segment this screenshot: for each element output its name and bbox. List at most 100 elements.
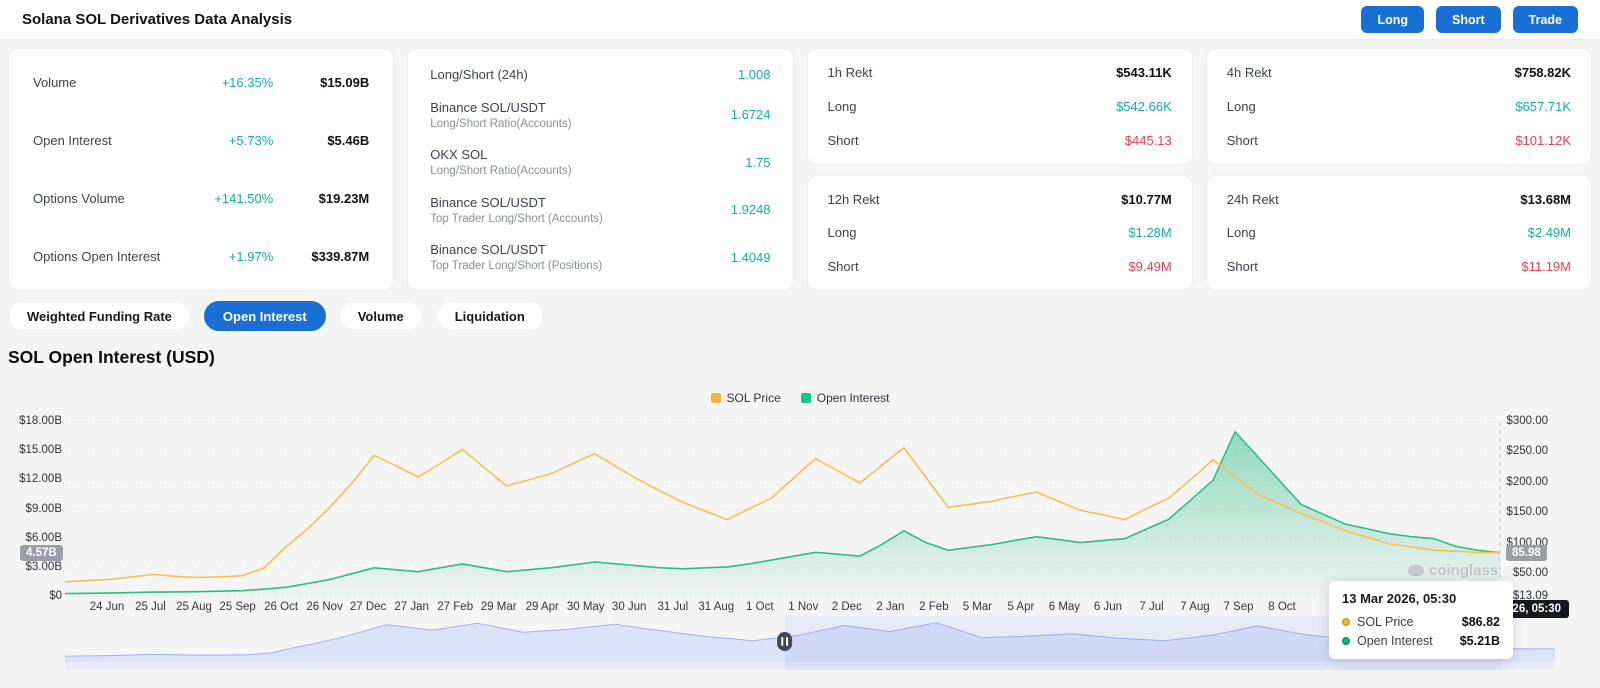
rekt-card: 12h Rekt $10.77M Long $1.28M Short $9.49M — [806, 174, 1193, 291]
rekt-long-row: Long $1.28M — [828, 225, 1172, 240]
overview-card: Volume +16.35% $15.09B Open Interest +5.73% $… — [8, 48, 395, 291]
rekt-total: $543.11K — [1116, 65, 1172, 80]
rekt-card: 24h Rekt $13.68M Long $2.49M Short $11.19M — [1205, 174, 1592, 291]
ratio-sublabel: Long/Short Ratio(Accounts) — [430, 165, 572, 177]
rekt-title: 4h Rekt — [1226, 65, 1272, 80]
long-button[interactable]: Long — [1361, 6, 1424, 33]
trade-button[interactable]: Trade — [1512, 6, 1578, 33]
rekt-short-row: Short $445.13 — [828, 133, 1172, 148]
legend-swatch-icon — [800, 393, 811, 403]
tab-volume[interactable]: Volume — [338, 301, 423, 331]
rekt-long-value: $542.66K — [1116, 98, 1172, 114]
tab-open-interest[interactable]: Open Interest — [203, 301, 326, 331]
tooltip-series-value: $86.82 — [1461, 615, 1500, 629]
series-dot-icon — [1342, 637, 1350, 645]
series-dot-icon — [1342, 618, 1350, 626]
stat-label: Options Volume — [33, 191, 125, 206]
rekt-card: 4h Rekt $758.82K Long $657.71K Short $101.12K — [1205, 48, 1592, 165]
legend-item-open-interest[interactable]: Open Interest — [800, 391, 890, 405]
overview-row: Volume +16.35% $15.09B — [33, 75, 369, 90]
rekt-short-label: Short — [827, 132, 859, 148]
tooltip-row: SOL Price $86.82 — [1342, 615, 1500, 629]
rekt-title: 12h Rekt — [827, 191, 880, 207]
ratio-value: 1.008 — [737, 67, 771, 82]
price-current-badge: 85.98 — [1506, 545, 1547, 561]
page-title: Solana SOL Derivatives Data Analysis — [22, 11, 293, 28]
rekt-short-value: $11.19M — [1521, 259, 1571, 274]
rekt-title-row: 1h Rekt $543.11K — [828, 65, 1172, 80]
ratio-row: Long/Short (24h) 1.008 — [430, 67, 770, 82]
header-actions: Long Short Trade — [1361, 6, 1578, 33]
short-button[interactable]: Short — [1436, 6, 1501, 33]
y-axis-left-tick: $6.00B — [25, 531, 62, 544]
rekt-long-label: Long — [1226, 98, 1256, 114]
ratio-sublabel: Top Trader Long/Short (Accounts) — [430, 212, 603, 225]
ratio-label: OKX SOL Long/Short Ratio(Accounts) — [430, 147, 745, 177]
legend-item-sol-price[interactable]: SOL Price — [710, 391, 781, 405]
rekt-long-value: $1.28M — [1128, 225, 1172, 241]
stat-change: +16.35% — [221, 75, 274, 90]
stat-change: +1.97% — [228, 249, 274, 264]
tab-weighted-funding-rate[interactable]: Weighted Funding Rate — [8, 301, 191, 331]
y-axis-left-tick: $15.00B — [19, 444, 62, 457]
rekt-title: 1h Rekt — [827, 65, 873, 80]
rekt-card: 1h Rekt $543.11K Long $542.66K Short $445.13 — [806, 48, 1193, 165]
tooltip-series-label: SOL Price — [1357, 615, 1414, 629]
legend-label: SOL Price — [726, 391, 781, 405]
overview-row: Options Volume +141.50% $19.23M — [33, 191, 369, 206]
rekt-short-label: Short — [1226, 132, 1258, 148]
rekt-long-label: Long — [827, 98, 857, 114]
chart-tooltip: 13 Mar 2026, 05:30 SOL Price $86.82 Open I… — [1329, 581, 1513, 659]
y-axis-left-tick: $9.00B — [25, 502, 62, 515]
tooltip-row: Open Interest $5.21B — [1342, 634, 1500, 648]
main-chart-svg[interactable] — [0, 412, 1600, 607]
ratio-row: OKX SOL Long/Short Ratio(Accounts) 1.75 — [430, 147, 770, 177]
tooltip-series-value: $5.21B — [1459, 634, 1500, 648]
rekt-short-label: Short — [1226, 259, 1258, 274]
overview-row: Open Interest +5.73% $5.46B — [33, 133, 369, 148]
y-axis-right-tick: $250.00 — [1506, 445, 1548, 458]
watermark-logo-icon — [1408, 565, 1424, 576]
y-axis-right-tick: $200.00 — [1506, 475, 1548, 488]
tab-liquidation[interactable]: Liquidation — [435, 301, 544, 331]
ratio-value: 1.75 — [745, 154, 771, 170]
watermark: coinglass — [1408, 562, 1498, 579]
navigator-left-handle[interactable]: pause-icon — [777, 632, 793, 651]
rekt-column-1: 1h Rekt $543.11K Long $542.66K Short $445.13 1… — [806, 48, 1193, 291]
rekt-title-row: 4h Rekt $758.82K — [1227, 65, 1571, 80]
legend-label: Open Interest — [816, 391, 890, 405]
rekt-total: $13.68M — [1520, 191, 1571, 207]
rekt-short-value: $445.13 — [1124, 132, 1172, 148]
stat-value: $19.23M — [318, 191, 370, 206]
rekt-long-label: Long — [827, 225, 857, 241]
chart-tabs: Weighted Funding Rate Open Interest Volume… — [8, 301, 1592, 331]
rekt-long-row: Long $657.71K — [1227, 99, 1571, 114]
y-axis-left-tick: $12.00B — [19, 473, 62, 486]
rekt-short-label: Short — [827, 259, 859, 274]
ratio-label: Binance SOL/USDT Top Trader Long/Short (A… — [430, 195, 730, 225]
longshort-ratio-card: Long/Short (24h) 1.008 Binance SOL/USDT Lon… — [407, 48, 794, 291]
stat-change: +5.73% — [228, 133, 274, 148]
ratio-row: Binance SOL/USDT Long/Short Ratio(Account… — [430, 100, 770, 130]
rekt-title: 24h Rekt — [1226, 191, 1279, 207]
rekt-long-value: $2.49M — [1527, 225, 1571, 241]
ratio-value: 1.6724 — [730, 107, 771, 122]
stat-label: Volume — [33, 75, 77, 90]
watermark-text: coinglass — [1429, 562, 1499, 579]
ratio-row: Binance SOL/USDT Top Trader Long/Short (A… — [430, 195, 770, 225]
y-axis-right-tick: $150.00 — [1506, 506, 1548, 519]
rekt-short-value: $9.49M — [1128, 259, 1172, 274]
ratio-label: Long/Short (24h) — [430, 67, 528, 82]
tooltip-date: 13 Mar 2026, 05:30 — [1342, 591, 1457, 606]
stat-label: Options Open Interest — [33, 249, 161, 264]
stat-cards: Volume +16.35% $15.09B Open Interest +5.73% $… — [8, 48, 1592, 291]
rekt-column-2: 4h Rekt $758.82K Long $657.71K Short $101.12K… — [1205, 48, 1592, 291]
ratio-value: 1.9248 — [730, 202, 771, 217]
ratio-sublabel: Long/Short Ratio(Accounts) — [430, 117, 572, 130]
stat-value: $339.87M — [311, 249, 370, 264]
legend-swatch-icon — [710, 393, 721, 403]
page: Solana SOL Derivatives Data Analysis Lon… — [0, 0, 1600, 688]
rekt-long-label: Long — [1226, 225, 1256, 241]
stat-label: Open Interest — [33, 133, 112, 148]
rekt-total: $758.82K — [1514, 65, 1571, 80]
